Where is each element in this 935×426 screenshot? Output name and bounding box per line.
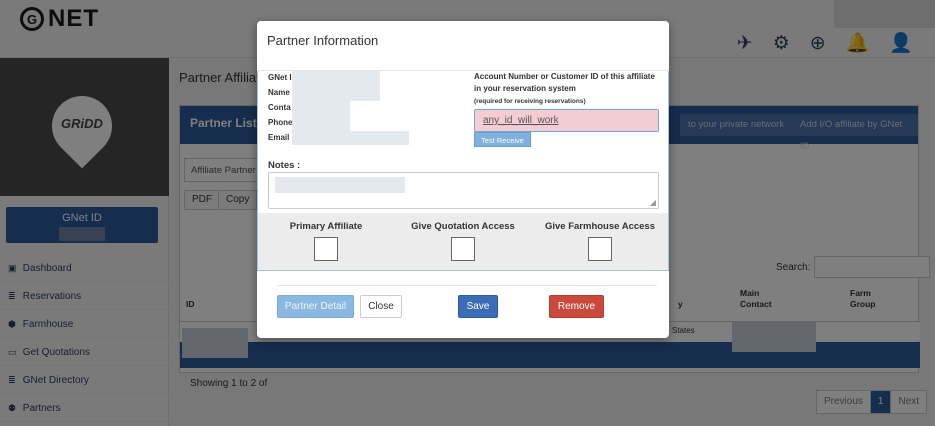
notes-label: Notes : (268, 160, 301, 171)
save-button[interactable]: Save (458, 295, 498, 318)
account-number-input[interactable] (474, 109, 659, 132)
close-button[interactable]: Close (360, 295, 402, 318)
test-receive-button[interactable]: Test Receive (474, 132, 531, 147)
farmhouse-access-label: Give Farmhouse Access (544, 221, 655, 232)
notes-textarea[interactable]: ◢ (268, 172, 659, 209)
quotation-access-checkbox[interactable] (451, 237, 475, 261)
quotation-access-option: Give Quotation Access (403, 213, 523, 261)
access-options: Primary Affiliate Give Quotation Access … (258, 213, 668, 270)
quotation-access-label: Give Quotation Access (411, 221, 515, 232)
contact-label: Conta (268, 103, 291, 112)
redacted-value (292, 131, 409, 145)
gnet-id-label: GNet I (268, 73, 292, 82)
email-label: Email (268, 133, 290, 142)
phone-label: Phone (268, 118, 293, 127)
partner-detail-button[interactable]: Partner Detail (277, 295, 354, 318)
primary-affiliate-option: Primary Affiliate (266, 213, 386, 261)
redacted-value (292, 101, 350, 131)
primary-affiliate-checkbox[interactable] (314, 237, 338, 261)
modal-title: Partner Information (267, 33, 379, 48)
partner-information-modal: Partner Information GNet I Name Conta Ph… (257, 21, 669, 338)
account-number-label: Account Number or Customer ID of this af… (474, 71, 660, 108)
account-number-label-text: Account Number or Customer ID of this af… (474, 72, 655, 93)
primary-affiliate-label: Primary Affiliate (289, 221, 363, 232)
account-number-hint: (required for receiving reservations) (474, 98, 586, 105)
resize-handle-icon[interactable]: ◢ (650, 198, 656, 207)
name-label: Name (268, 88, 290, 97)
modal-header: Partner Information (257, 21, 669, 71)
modal-footer: Partner Detail Close Save Remove (257, 271, 669, 338)
footer-divider (277, 285, 657, 286)
farmhouse-access-checkbox[interactable] (588, 237, 612, 261)
remove-button[interactable]: Remove (549, 295, 604, 318)
modal-body: GNet I Name Conta Phone Email Account Nu… (257, 71, 669, 271)
redacted-notes (275, 177, 405, 193)
farmhouse-access-option: Give Farmhouse Access (540, 213, 660, 261)
redacted-value (292, 71, 380, 101)
